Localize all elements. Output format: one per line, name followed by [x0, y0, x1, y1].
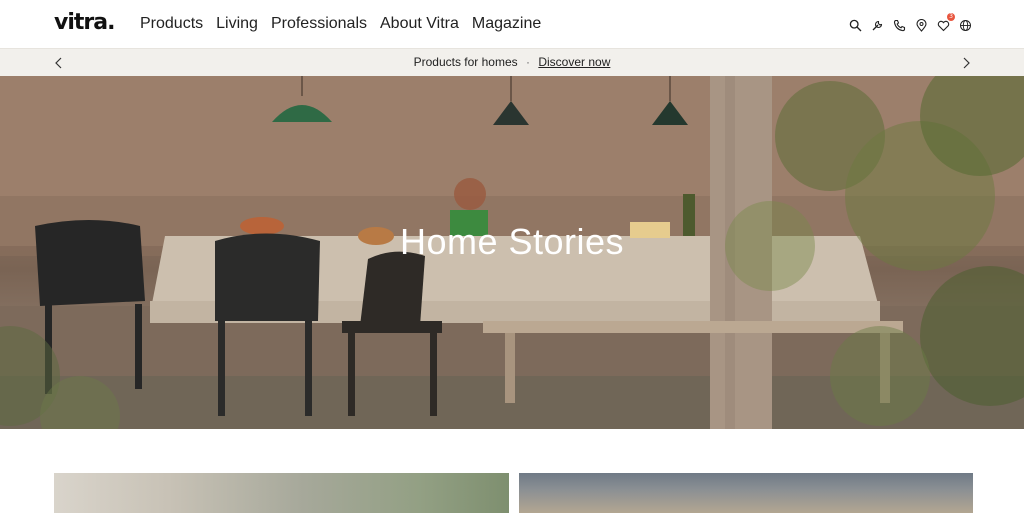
- hero-banner[interactable]: Home Stories: [0, 76, 1024, 429]
- nav-products[interactable]: Products: [140, 15, 203, 33]
- wrench-icon[interactable]: [871, 17, 884, 31]
- nav-about-vitra[interactable]: About Vitra: [380, 15, 459, 33]
- story-card-1[interactable]: [54, 473, 509, 513]
- content-cards: [0, 429, 1024, 513]
- story-card-2[interactable]: [519, 473, 973, 513]
- nav-living[interactable]: Living: [216, 15, 258, 33]
- promo-message: Products for homes · Discover now: [0, 55, 1024, 69]
- hero-title: Home Stories: [399, 221, 625, 262]
- header-icons: 3: [849, 13, 972, 32]
- promo-text: Products for homes: [413, 55, 518, 69]
- wishlist-count-badge: 3: [947, 13, 955, 21]
- promo-separator: ·: [526, 55, 530, 69]
- search-icon[interactable]: [849, 17, 862, 32]
- globe-icon[interactable]: [959, 17, 972, 31]
- discover-now-link[interactable]: Discover now: [538, 55, 610, 69]
- main-nav: Products Living Professionals About Vitr…: [140, 15, 541, 33]
- chevron-right-icon[interactable]: [959, 55, 973, 69]
- nav-magazine[interactable]: Magazine: [472, 15, 541, 33]
- promo-bar: Products for homes · Discover now: [0, 48, 1024, 76]
- nav-professionals[interactable]: Professionals: [271, 15, 367, 33]
- location-pin-icon[interactable]: [915, 17, 928, 32]
- phone-icon[interactable]: [893, 17, 906, 32]
- vitra-logo[interactable]: vitra.: [54, 10, 115, 35]
- heart-icon[interactable]: 3: [937, 13, 955, 32]
- site-header: vitra. Products Living Professionals Abo…: [0, 0, 1024, 48]
